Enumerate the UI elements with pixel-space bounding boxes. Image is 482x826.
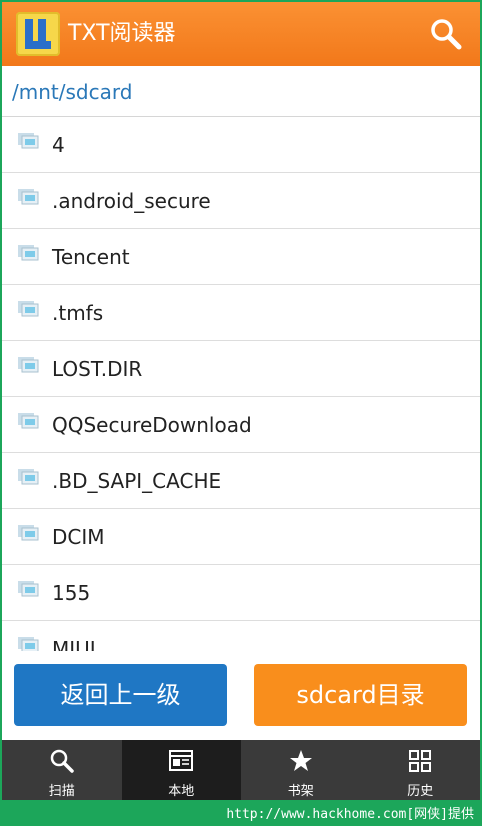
file-name: .tmfs [52, 301, 104, 325]
current-path: /mnt/sdcard [12, 80, 133, 104]
document-icon [168, 748, 194, 774]
tab-label: 扫描 [48, 784, 75, 799]
tab-label: 历史 [407, 784, 434, 799]
file-name: Tencent [52, 245, 130, 269]
file-name: LOST.DIR [52, 357, 143, 381]
file-list-item[interactable]: 155 [2, 565, 480, 621]
file-list-item[interactable]: DCIM [2, 509, 480, 565]
tab-scan[interactable]: 扫描 [2, 740, 122, 800]
folder-icon [16, 354, 40, 376]
folder-icon [16, 578, 40, 600]
folder-icon [16, 130, 40, 152]
tab-history[interactable]: 历史 [361, 740, 481, 800]
tab-bookshelf[interactable]: 书架 [241, 740, 361, 800]
tab-label: 书架 [287, 784, 314, 799]
bottom-tab-bar: 扫描 本地 书架 历史 [2, 740, 480, 800]
path-bar: /mnt/sdcard [2, 66, 480, 117]
file-name: QQSecureDownload [52, 413, 252, 437]
file-list-item[interactable]: .BD_SAPI_CACHE [2, 453, 480, 509]
tab-label: 本地 [168, 784, 195, 799]
file-name: 155 [52, 581, 91, 605]
file-list[interactable]: 4 .android_secure Tencent .tmfs LOST.DIR… [2, 117, 480, 651]
file-list-item[interactable]: LOST.DIR [2, 341, 480, 397]
folder-icon [16, 186, 40, 208]
app-logo-icon [16, 12, 60, 56]
folder-icon [16, 298, 40, 320]
folder-icon [16, 522, 40, 544]
search-icon [49, 748, 75, 774]
file-name: .android_secure [52, 189, 211, 213]
action-buttons: 返回上一级 sdcard目录 [2, 652, 480, 740]
folder-icon [16, 410, 40, 432]
folder-icon [16, 466, 40, 488]
folder-icon [16, 242, 40, 264]
file-list-item[interactable]: QQSecureDownload [2, 397, 480, 453]
file-name: MIUI [52, 637, 96, 651]
sdcard-button[interactable]: sdcard目录 [254, 664, 467, 726]
back-button[interactable]: 返回上一级 [14, 664, 227, 726]
folder-icon [16, 634, 40, 651]
file-list-item[interactable]: Tencent [2, 229, 480, 285]
grid-icon [407, 748, 433, 774]
app-window: TXT阅读器 /mnt/sdcard 4 .android_secure Ten… [2, 2, 480, 800]
file-list-item[interactable]: .android_secure [2, 173, 480, 229]
search-icon[interactable] [428, 16, 464, 52]
file-name: .BD_SAPI_CACHE [52, 469, 222, 493]
watermark-text: http://www.hackhome.com[网侠]提供 [226, 807, 474, 822]
file-list-item[interactable]: 4 [2, 117, 480, 173]
file-name: 4 [52, 133, 65, 157]
file-list-item[interactable]: MIUI [2, 621, 480, 651]
tab-local[interactable]: 本地 [121, 740, 241, 800]
star-icon [288, 748, 314, 774]
file-list-item[interactable]: .tmfs [2, 285, 480, 341]
app-title: TXT阅读器 [68, 21, 176, 46]
app-header: TXT阅读器 [2, 2, 480, 66]
file-name: DCIM [52, 525, 105, 549]
